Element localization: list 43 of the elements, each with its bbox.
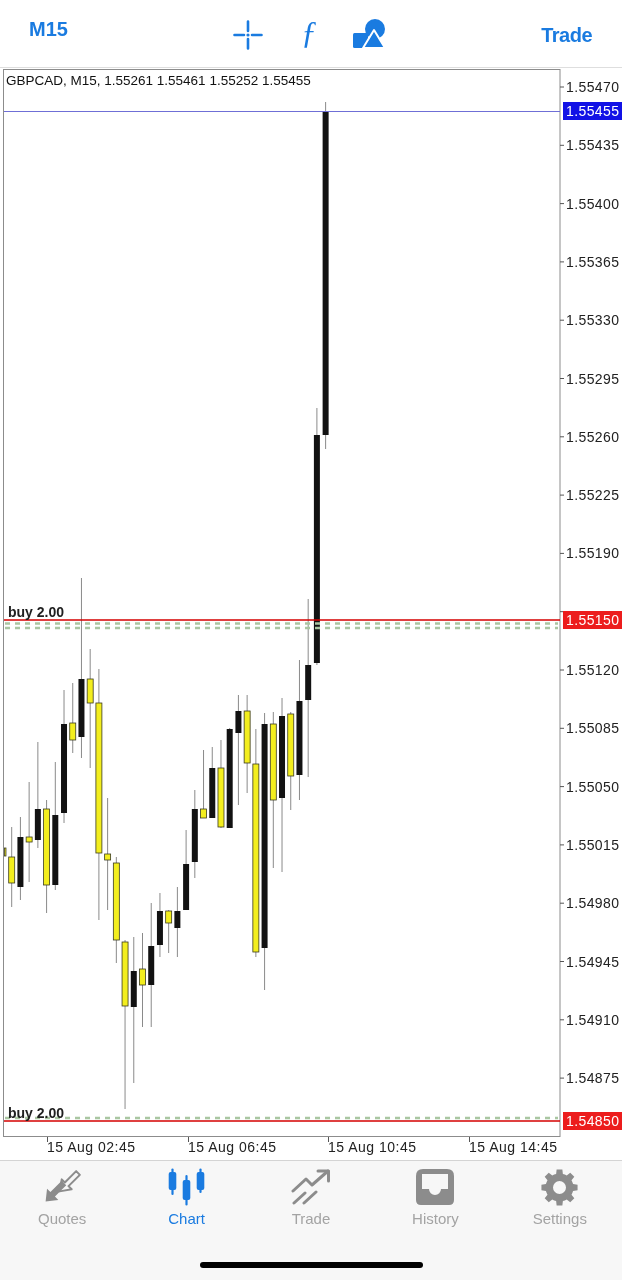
price-label: 1.55295 [566,370,620,387]
time-label: 15 Aug 14:45 [469,1139,558,1155]
crosshair-icon[interactable] [232,20,263,50]
time-label: 15 Aug 10:45 [328,1139,417,1155]
price-label: 1.55015 [566,836,620,853]
price-label: 1.55400 [566,195,620,212]
shapes-icon[interactable] [352,19,386,49]
trade-button[interactable]: Trade [541,24,592,47]
price-label: 1.55120 [566,662,620,678]
price-label: 1.54980 [566,895,620,912]
tab[interactable]: History [412,1161,459,1227]
arrows-icon [43,1170,82,1204]
candlestick-icon [166,1168,207,1206]
order-price-tag: 1.54850 [563,1112,622,1130]
price-label: 1.55470 [566,79,620,95]
price-label: 1.54875 [566,1070,620,1087]
price-label: 1.55330 [566,312,620,329]
order-label: buy 2.00 [8,1105,65,1121]
order-label: buy 2.00 [8,604,65,620]
function-icon[interactable]: ƒ [300,15,317,49]
price-label: 1.55260 [566,428,620,445]
gear-icon [541,1168,579,1206]
price-label: 1.55435 [566,137,620,154]
price-label: 1.55085 [566,720,620,737]
price-label: 1.54910 [566,1011,620,1028]
price-label: 1.55190 [566,545,620,562]
tray-icon [416,1169,455,1205]
tab[interactable]: Settings [532,1161,587,1227]
price-label: 1.54945 [566,953,620,970]
chart-title: GBPCAD, M15, 1.55261 1.55461 1.55252 1.55455 [6,73,311,88]
tab[interactable]: Trade [291,1161,331,1227]
time-label: 15 Aug 06:45 [188,1139,277,1155]
tab[interactable]: Quotes [38,1161,87,1227]
trend-arrow-icon [291,1169,331,1205]
bid-price-tag: 1.55455 [563,102,622,120]
order-price-tag: 1.55150 [563,611,622,629]
price-label: 1.55050 [566,778,620,795]
time-label: 15 Aug 02:45 [47,1139,136,1155]
tab[interactable]: Chart [166,1161,207,1227]
price-label: 1.55225 [566,487,620,504]
price-label: 1.55365 [566,253,620,270]
candlestick [200,749,207,819]
timeframe-button[interactable]: M15 [29,18,68,41]
